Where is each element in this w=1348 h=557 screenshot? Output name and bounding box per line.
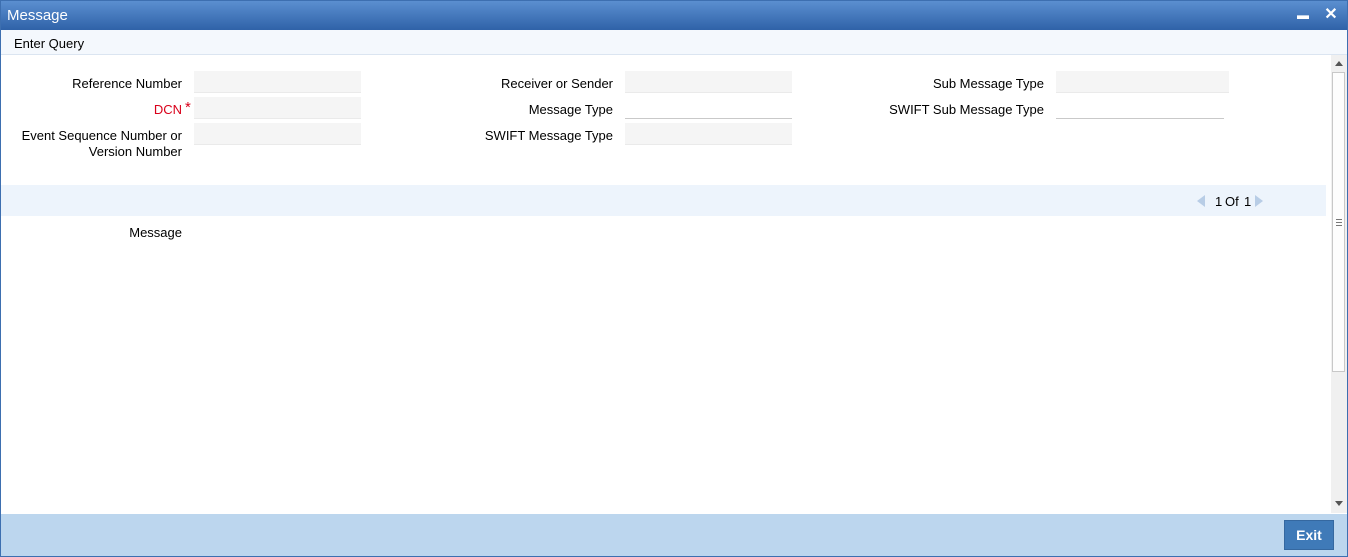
scroll-up-icon[interactable] <box>1335 61 1343 66</box>
required-marker: * <box>185 99 191 116</box>
window-title: Message <box>7 7 68 24</box>
previous-page-icon[interactable] <box>1197 195 1205 207</box>
vertical-scrollbar[interactable] <box>1331 55 1347 513</box>
exit-button[interactable]: Exit <box>1284 520 1334 550</box>
page-current: 1 <box>1215 194 1223 209</box>
message-type-field[interactable] <box>625 97 792 119</box>
receiver-or-sender-label: Receiver or Sender <box>501 76 613 91</box>
dcn-field[interactable] <box>194 97 361 119</box>
receiver-or-sender-field[interactable] <box>625 71 792 93</box>
sub-message-type-field[interactable] <box>1056 71 1229 93</box>
swift-message-type-label: SWIFT Message Type <box>484 128 613 143</box>
minimize-icon[interactable]: ▬ <box>1293 5 1313 25</box>
enter-query-menu-item[interactable]: Enter Query <box>14 36 84 51</box>
event-sequence-field[interactable] <box>194 123 361 145</box>
title-bar: Message ▬ ✕ <box>1 1 1347 30</box>
scroll-thumb[interactable] <box>1332 72 1345 372</box>
swift-message-type-field[interactable] <box>625 123 792 145</box>
footer-bar: Exit <box>1 514 1347 556</box>
grip-icon <box>1336 225 1342 226</box>
page-total: 1 <box>1244 194 1252 209</box>
grip-icon <box>1336 219 1342 220</box>
reference-number-label: Reference Number <box>72 76 182 91</box>
event-sequence-label-line2: Version Number <box>88 144 182 159</box>
sub-message-type-label: Sub Message Type <box>932 76 1044 91</box>
message-body <box>194 223 1294 493</box>
message-label: Message <box>129 225 182 240</box>
menu-bar: Enter Query <box>1 30 1347 55</box>
swift-sub-message-type-label: SWIFT Sub Message Type <box>889 102 1044 117</box>
page-of-label: Of <box>1225 194 1239 209</box>
form-area: Reference Number DCN * Event Sequence Nu… <box>1 55 1331 513</box>
message-type-label: Message Type <box>528 102 613 117</box>
reference-number-field[interactable] <box>194 71 361 93</box>
grip-icon <box>1336 222 1342 223</box>
next-page-icon[interactable] <box>1255 195 1263 207</box>
close-icon[interactable]: ✕ <box>1321 5 1341 25</box>
dcn-label: DCN <box>153 102 182 117</box>
pager-band <box>1 185 1326 216</box>
event-sequence-label-line1: Event Sequence Number or <box>21 128 182 143</box>
message-window: Message ▬ ✕ Enter Query Reference Number… <box>0 0 1348 557</box>
scroll-down-icon[interactable] <box>1335 501 1343 506</box>
swift-sub-message-type-field[interactable] <box>1056 97 1224 119</box>
